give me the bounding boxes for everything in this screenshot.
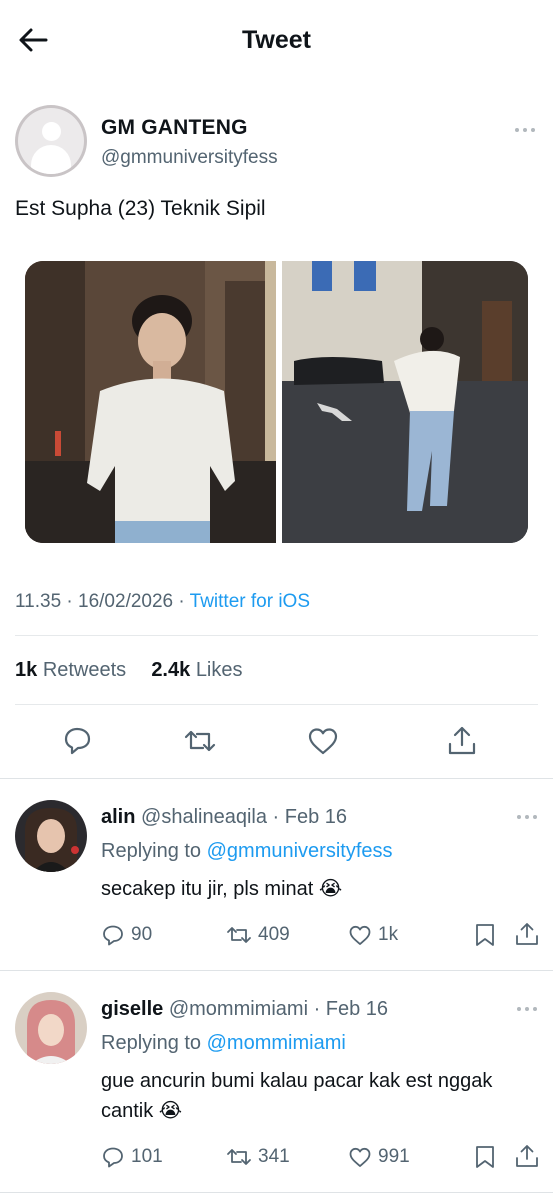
reply-author[interactable]: alin @shalineaqila · Feb 16 [101, 806, 347, 829]
bookmark-button[interactable] [473, 922, 497, 953]
like-button[interactable]: 991 [348, 1145, 410, 1169]
share-icon [448, 726, 476, 755]
tweet-time: 11.35 · 16/02/2026 · [15, 591, 190, 612]
reply-count: 90 [131, 924, 153, 945]
like-button[interactable] [306, 724, 340, 763]
reply-text: gue ancurin bumi kalau pacar kak est ngg… [101, 1070, 493, 1122]
divider [0, 778, 553, 779]
share-icon [516, 1145, 538, 1167]
like-stat[interactable]: 2.4k Likes [151, 659, 242, 681]
author-name[interactable]: GM GANTENG [101, 116, 248, 140]
divider [0, 1192, 553, 1193]
more-icon[interactable] [517, 812, 541, 822]
retweet-stat[interactable]: 1k Retweets [15, 659, 126, 681]
tweet-timestamp: 11.35 · 16/02/2026 · Twitter for iOS [15, 591, 310, 613]
retweet-button[interactable] [183, 724, 217, 763]
retweet-icon [184, 730, 216, 752]
reply-count: 101 [131, 1146, 163, 1167]
like-icon [308, 728, 338, 755]
bookmark-button[interactable] [473, 1144, 497, 1175]
mention-link[interactable]: @mommimiami [207, 1032, 346, 1054]
divider [15, 635, 538, 636]
share-icon [516, 923, 538, 945]
author-avatar[interactable] [15, 105, 87, 177]
bookmark-icon [476, 1146, 494, 1168]
bookmark-icon [476, 924, 494, 946]
like-count: 991 [378, 1146, 410, 1167]
tweet-stats: 1k Retweets 2.4k Likes [15, 659, 243, 682]
retweet-count: 341 [258, 1146, 290, 1167]
share-button[interactable] [514, 921, 540, 952]
like-button[interactable]: 1k [348, 923, 398, 947]
reply-button[interactable] [60, 724, 94, 763]
like-icon [349, 1147, 371, 1167]
like-count: 1k [378, 924, 399, 945]
mention-link[interactable]: @gmmuniversityfess [207, 840, 393, 862]
author-handle[interactable]: @gmmuniversityfess [101, 147, 278, 169]
reply-icon [64, 727, 91, 755]
more-icon[interactable] [517, 1004, 541, 1014]
replying-to: Replying to @gmmuniversityfess [101, 840, 393, 862]
retweet-count: 409 [258, 924, 290, 945]
page-title: Tweet [242, 26, 311, 54]
reply-button[interactable]: 90 [101, 923, 152, 947]
reply-author[interactable]: giselle @mommimiami · Feb 16 [101, 998, 388, 1021]
share-button[interactable] [445, 724, 479, 763]
reply-icon [103, 925, 123, 946]
share-button[interactable] [514, 1143, 540, 1174]
reply-text: secakep itu jir, pls minat 😭 [101, 878, 343, 900]
retweet-button[interactable]: 409 [226, 923, 290, 947]
retweet-button[interactable]: 341 [226, 1145, 290, 1169]
reply-button[interactable]: 101 [101, 1145, 163, 1169]
like-icon [349, 925, 371, 945]
reply-avatar[interactable] [15, 800, 87, 872]
reply-icon [103, 1147, 123, 1168]
divider [15, 704, 538, 705]
divider [0, 970, 553, 971]
tweet-text: Est Supha (23) Teknik Sipil [15, 197, 266, 220]
tweet-media[interactable] [25, 261, 528, 543]
tweet-photo-2[interactable] [282, 261, 528, 543]
reply-avatar[interactable] [15, 992, 87, 1064]
tweet-source[interactable]: Twitter for iOS [190, 591, 310, 612]
retweet-icon [227, 1149, 251, 1165]
tweet-photo-1[interactable] [25, 261, 276, 543]
replying-to: Replying to @mommimiami [101, 1032, 346, 1054]
retweet-icon [227, 927, 251, 943]
more-icon[interactable] [515, 124, 541, 136]
